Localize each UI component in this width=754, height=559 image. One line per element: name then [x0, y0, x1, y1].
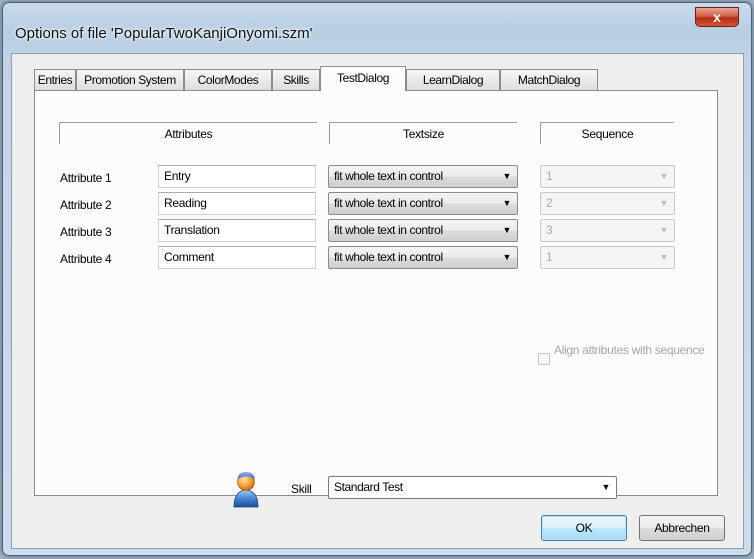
- attribute-3-sequence-value: 3: [546, 223, 553, 237]
- attribute-4-textsize-value: fit whole text in control: [334, 250, 443, 264]
- close-button[interactable]: x: [695, 7, 739, 27]
- user-icon: [233, 472, 259, 508]
- dialog-client-area: Entries Promotion System ColorModes Skil…: [11, 53, 744, 549]
- attribute-2-sequence-value: 2: [546, 196, 553, 210]
- tab-entries[interactable]: Entries: [34, 69, 76, 90]
- title-bar[interactable]: Options of file 'PopularTwoKanjiOnyomi.s…: [3, 3, 751, 53]
- attribute-4-sequence-value: 1: [546, 250, 553, 264]
- attribute-1-textsize-value: fit whole text in control: [334, 169, 443, 183]
- chevron-down-icon: ▼: [502, 198, 511, 208]
- tab-colormodes[interactable]: ColorModes: [184, 69, 272, 90]
- chevron-down-icon: ▼: [659, 171, 668, 181]
- attribute-2-textsize-value: fit whole text in control: [334, 196, 443, 210]
- chevron-down-icon: ▼: [502, 171, 511, 181]
- skill-value: Standard Test: [334, 480, 403, 494]
- chevron-down-icon: ▼: [502, 252, 511, 262]
- testdialog-panel: Attributes Textsize Sequence Attribute 1…: [34, 90, 718, 508]
- chevron-down-icon: ▼: [659, 225, 668, 235]
- attribute-1-sequence-select[interactable]: 1 ▼: [540, 165, 675, 188]
- tab-learndialog[interactable]: LearnDialog: [406, 69, 500, 90]
- column-header-attributes: Attributes: [59, 122, 317, 144]
- attribute-2-textsize-select[interactable]: fit whole text in control ▼: [328, 192, 518, 215]
- cancel-button[interactable]: Abbrechen: [639, 515, 725, 541]
- options-dialog: Options of file 'PopularTwoKanjiOnyomi.s…: [2, 2, 752, 556]
- attribute-3-textsize-select[interactable]: fit whole text in control ▼: [328, 219, 518, 242]
- ok-button[interactable]: OK: [541, 515, 627, 541]
- column-header-sequence: Sequence: [540, 122, 674, 144]
- tab-promotion-system[interactable]: Promotion System: [76, 69, 184, 90]
- chevron-down-icon: ▼: [502, 225, 511, 235]
- attribute-1-label: Attribute 1: [60, 171, 112, 185]
- tab-skills[interactable]: Skills: [272, 69, 320, 90]
- attribute-2-input[interactable]: Reading: [158, 192, 316, 215]
- attribute-4-textsize-select[interactable]: fit whole text in control ▼: [328, 246, 518, 269]
- chevron-down-icon: ▼: [659, 252, 668, 262]
- align-attributes-label: Align attributes with sequence: [554, 343, 705, 357]
- attribute-4-input[interactable]: Comment: [158, 246, 316, 269]
- align-attributes-checkbox[interactable]: [538, 353, 550, 365]
- attribute-1-sequence-value: 1: [546, 169, 553, 183]
- attribute-3-textsize-value: fit whole text in control: [334, 223, 443, 237]
- skill-select[interactable]: Standard Test ▼: [328, 476, 617, 499]
- attribute-3-sequence-select[interactable]: 3 ▼: [540, 219, 675, 242]
- chevron-down-icon: ▼: [601, 482, 610, 492]
- attribute-1-textsize-select[interactable]: fit whole text in control ▼: [328, 165, 518, 188]
- attribute-1-input[interactable]: Entry: [158, 165, 316, 188]
- attribute-2-label: Attribute 2: [60, 198, 112, 212]
- skill-label: Skill: [291, 482, 312, 496]
- window-title: Options of file 'PopularTwoKanjiOnyomi.s…: [15, 25, 313, 42]
- tab-testdialog[interactable]: TestDialog: [320, 66, 406, 91]
- attribute-3-input[interactable]: Translation: [158, 219, 316, 242]
- attribute-4-label: Attribute 4: [60, 252, 112, 266]
- column-header-textsize: Textsize: [329, 122, 517, 144]
- attribute-3-label: Attribute 3: [60, 225, 112, 239]
- attribute-2-sequence-select[interactable]: 2 ▼: [540, 192, 675, 215]
- tab-matchdialog[interactable]: MatchDialog: [500, 69, 598, 90]
- chevron-down-icon: ▼: [659, 198, 668, 208]
- attribute-4-sequence-select[interactable]: 1 ▼: [540, 246, 675, 269]
